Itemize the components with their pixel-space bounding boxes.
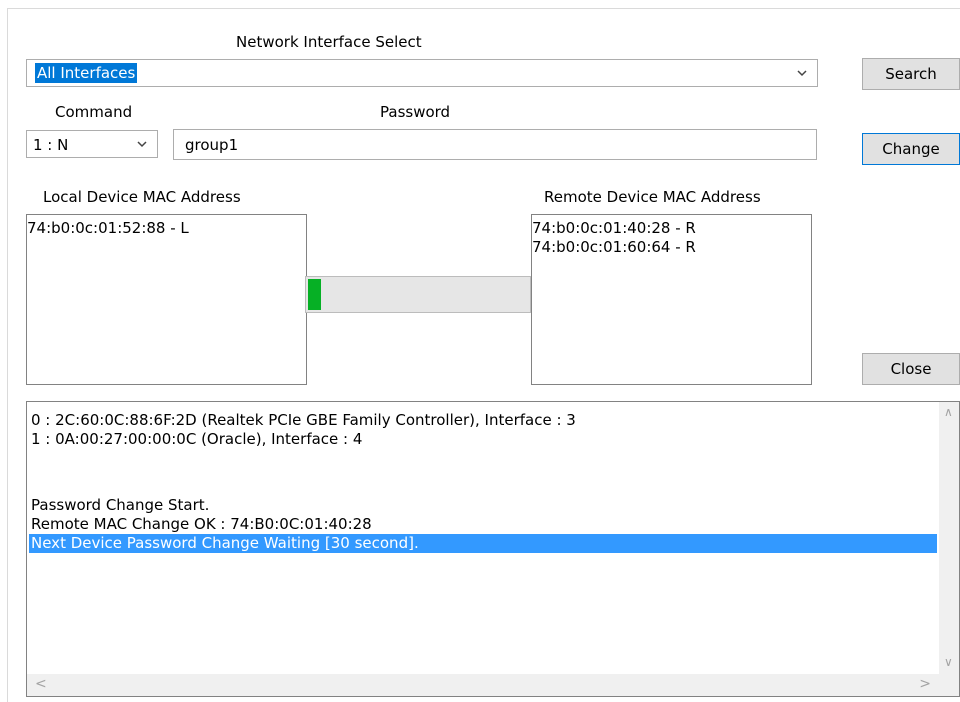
window-border-left (7, 8, 8, 702)
password-input[interactable]: group1 (173, 129, 817, 160)
local-device-list[interactable]: 74:b0:0c:01:52:88 - L (26, 214, 307, 385)
log-listbox[interactable]: 0 : 2C:60:0C:88:6F:2D (Realtek PCIe GBE … (26, 401, 960, 697)
scroll-right-icon[interactable]: > (919, 677, 931, 691)
scroll-up-icon[interactable]: ∧ (944, 406, 953, 418)
log-line-selected[interactable]: Next Device Password Change Waiting [30 … (29, 534, 937, 553)
log-line[interactable]: Password Change Start. (29, 496, 937, 515)
list-item[interactable]: 74:b0:0c:01:52:88 - L (27, 219, 306, 238)
remote-device-list[interactable]: 74:b0:0c:01:40:28 - R 74:b0:0c:01:60:64 … (531, 214, 812, 385)
scroll-left-icon[interactable]: < (35, 677, 47, 691)
log-line[interactable]: 1 : 0A:00:27:00:00:0C (Oracle), Interfac… (29, 430, 937, 449)
chevron-down-icon (135, 133, 149, 155)
log-line[interactable]: 0 : 2C:60:0C:88:6F:2D (Realtek PCIe GBE … (29, 411, 937, 430)
close-button[interactable]: Close (862, 353, 960, 385)
password-value: group1 (185, 136, 239, 154)
progress-bar (305, 276, 531, 313)
interface-select[interactable]: All Interfaces (26, 59, 818, 87)
change-button[interactable]: Change (862, 133, 960, 165)
progress-fill (308, 279, 322, 310)
command-label: Command (55, 103, 133, 121)
local-device-label: Local Device MAC Address (43, 188, 241, 206)
chevron-down-icon (795, 62, 809, 84)
command-select-value: 1 : N (33, 136, 69, 154)
log-line[interactable]: Remote MAC Change OK : 74:B0:0C:01:40:28 (29, 515, 937, 534)
password-label: Password (380, 103, 451, 121)
interface-select-value: All Interfaces (35, 63, 138, 83)
search-button[interactable]: Search (862, 58, 960, 90)
command-select[interactable]: 1 : N (26, 130, 158, 158)
window-border-top (7, 8, 960, 9)
list-item[interactable]: 74:b0:0c:01:60:64 - R (532, 238, 811, 257)
scrollbar-corner (939, 674, 959, 696)
vertical-scrollbar[interactable]: ∧ ∨ (939, 402, 959, 674)
remote-device-label: Remote Device MAC Address (544, 188, 761, 206)
horizontal-scrollbar[interactable]: < > (27, 674, 959, 696)
scroll-down-icon[interactable]: ∨ (944, 656, 953, 668)
interface-select-label: Network Interface Select (236, 33, 422, 51)
list-item[interactable]: 74:b0:0c:01:40:28 - R (532, 219, 811, 238)
